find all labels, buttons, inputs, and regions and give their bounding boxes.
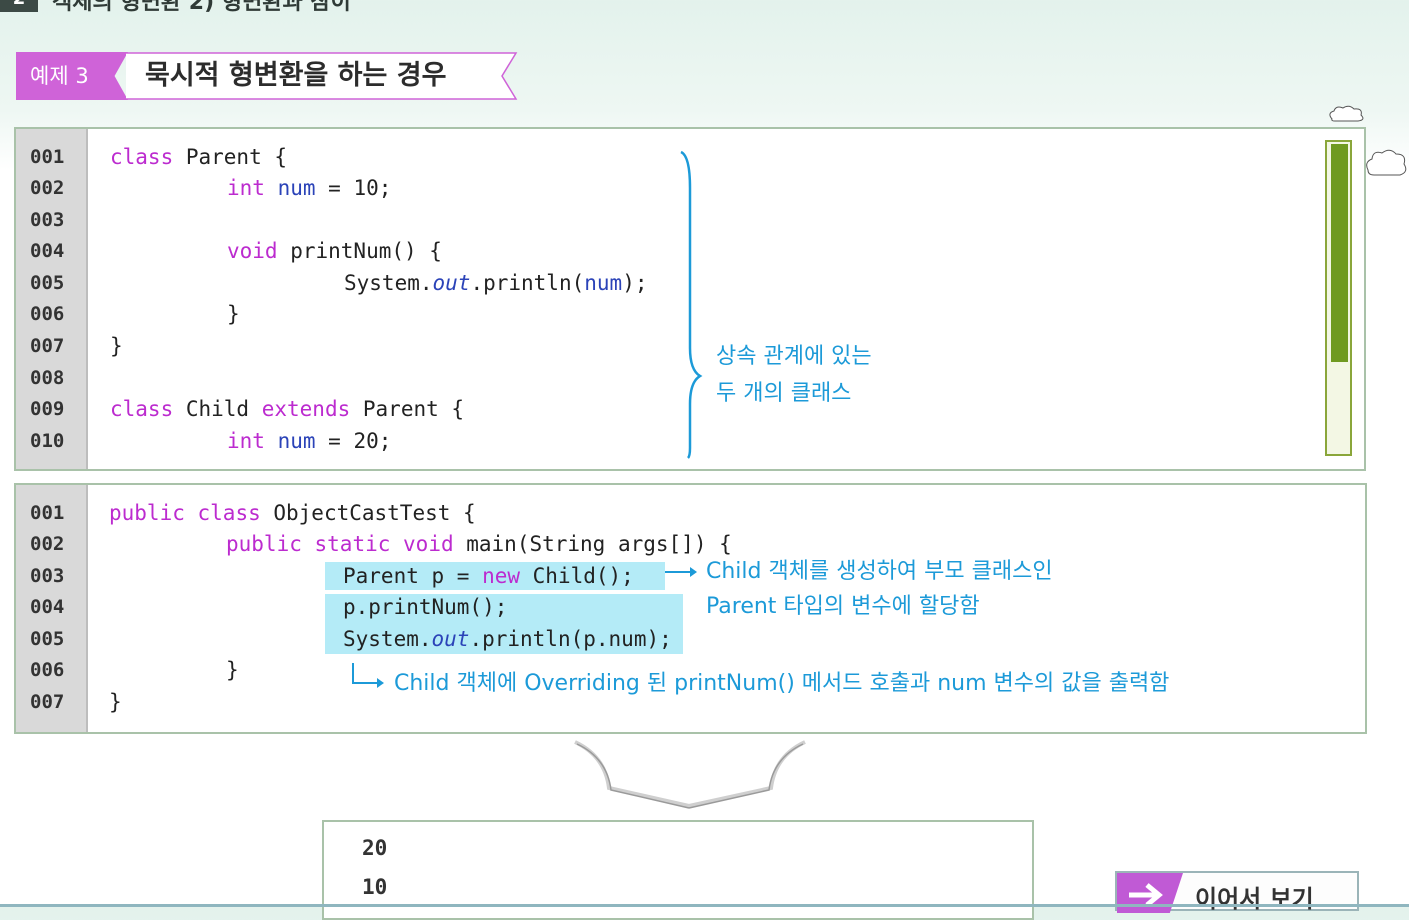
line-number: 002 [30,177,65,199]
line-number: 003 [30,209,65,231]
continue-button-label: 이어서 보기 [1195,885,1314,913]
annotation-upcast-line1: Child 객체를 생성하여 부모 클래스인 [706,559,1053,584]
arrow-right-icon [1129,883,1163,907]
code-line: } [110,334,123,358]
line-number: 005 [30,628,65,650]
line-number: 007 [30,335,65,357]
cloud-icon [1329,105,1364,122]
arrow-elbow-icon [352,663,384,688]
code-line: Parent p = new Child(); [343,564,634,588]
annotation-inheritance-line2: 두 개의 클래스 [716,381,852,406]
line-number: 007 [30,691,65,713]
line-number: 002 [30,533,65,555]
line-number: 006 [30,659,65,681]
code-line: p.printNum(); [343,595,508,619]
output-line: 20 [362,836,388,860]
code-line: public static void main(String args[]) { [226,532,732,556]
arrow-right-icon [665,567,697,577]
annotation-overriding: Child 객체에 Overriding 된 printNum() 메서드 호출… [394,671,1170,696]
scrollbar-thumb[interactable] [1331,144,1348,362]
line-number-gutter: 001 002 003 004 005 006 007 008 009 010 [16,129,88,469]
code-line: int num = 20; [227,429,392,453]
line-number: 006 [30,303,65,325]
line-number: 003 [30,565,65,587]
code-line: class Parent { [110,145,288,169]
brace-annotation [680,150,703,459]
annotation-inheritance-line1: 상속 관계에 있는 [716,344,872,369]
code-line: System.out.println(p.num); [343,627,672,651]
line-number: 004 [30,240,65,262]
output-line: 10 [362,875,388,899]
code-line: public class ObjectCastTest { [109,501,476,525]
section-number: 2 [0,0,38,12]
code-line: class Child extends Parent { [110,397,465,421]
line-number: 009 [30,398,65,420]
line-number: 001 [30,146,65,168]
continue-arrow-bg [1117,873,1183,913]
example-title: 묵시적 형변환을 하는 경우 [145,60,447,91]
code-line: System.out.println(num); [344,271,648,295]
code-line: } [226,658,239,682]
code-line: void printNum() { [227,239,442,263]
code-line: } [227,302,240,326]
code-line: } [109,690,122,714]
line-number: 004 [30,596,65,618]
line-number: 001 [30,502,65,524]
code-line: int num = 10; [227,176,392,200]
section-title: 객체의 형변환 2) 형변환과 참이 [52,0,351,14]
annotation-upcast-line2: Parent 타입의 변수에 할당함 [706,594,980,619]
line-number-gutter: 001 002 003 004 005 006 007 [16,485,88,732]
cloud-icon [1366,149,1407,176]
line-number: 010 [30,430,65,452]
section-header: 2 객체의 형변환 2) 형변환과 참이 [0,0,1409,14]
down-arrow-icon [574,740,806,809]
line-number: 008 [30,367,65,389]
line-number: 005 [30,272,65,294]
